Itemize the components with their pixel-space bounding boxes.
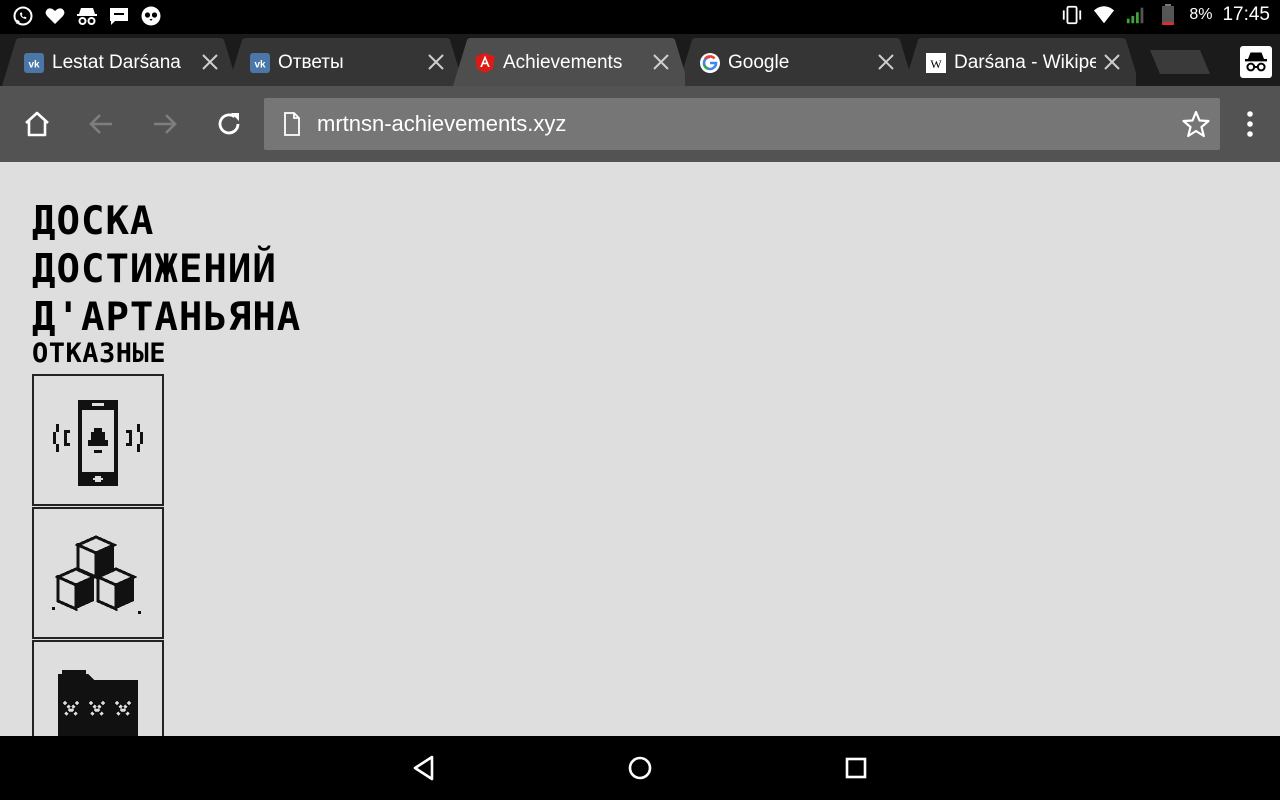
arrow-right-icon [154,114,177,134]
system-status: 8% 17:45 [1061,4,1270,26]
close-icon[interactable] [876,52,896,72]
tab-title: Achievements [503,52,623,73]
back-button[interactable] [83,106,119,142]
page-icon [284,112,300,136]
more-menu-icon[interactable] [1236,110,1264,138]
home-button[interactable] [19,106,55,142]
svg-text:vk: vk [254,60,266,71]
achievement-cubes[interactable] [32,507,164,639]
page-title: Доска достижений Д'Артаньяна [32,199,302,340]
tab-achievements[interactable]: Achievements [453,38,685,86]
clock: 17:45 [1222,4,1270,25]
wifi-icon [1093,4,1115,26]
svg-text:W: W [930,57,942,71]
nav-back-icon[interactable] [408,752,440,784]
arrow-left-icon [89,114,112,134]
tab-title: Google [728,52,790,73]
cubes-icon [52,535,141,614]
tab-darsana-wikipedia[interactable]: W Darśana - Wikipe [904,38,1136,86]
incognito-icon [1240,46,1272,78]
phone-bell-icon [53,400,143,486]
google-icon [700,53,720,73]
tab-title: Ответы [278,52,344,73]
home-icon [25,111,49,137]
angular-icon [475,53,495,73]
battery-percent: 8% [1189,6,1213,23]
bookmark-star-icon[interactable] [1182,110,1210,138]
section-title: Отказные [32,338,167,369]
tab-otvety[interactable]: vk Ответы [228,38,460,86]
close-icon[interactable] [651,52,671,72]
tab-title: Darśana - Wikipe [954,52,1096,73]
reload-icon [218,113,240,135]
new-tab-button[interactable] [1150,48,1210,76]
svg-text:vk: vk [28,60,40,71]
close-icon[interactable] [426,52,446,72]
address-bar[interactable]: mrtnsn-achievements.xyz [264,98,1220,150]
status-bar: 8% 17:45 [0,0,1280,34]
owl-icon [140,5,162,27]
incognito-icon [76,5,98,27]
signal-icon [1125,4,1147,26]
tab-title: Lestat Darśana [52,52,181,73]
wikipedia-icon: W [926,53,946,73]
vk-icon: vk [250,53,270,73]
message-icon [108,5,130,27]
forward-button[interactable] [147,106,183,142]
tab-strip: vk Lestat Darśana vk Ответы Google W Dar… [0,34,1280,86]
vk-heart-icon [44,5,66,27]
notification-icons [12,5,162,27]
page-content: Доска достижений Д'Артаньяна Отказные [0,162,1280,736]
vibrate-icon [1061,4,1083,26]
close-icon[interactable] [200,52,220,72]
vk-icon: vk [24,53,44,73]
nav-home-icon[interactable] [624,752,656,784]
nav-recents-icon[interactable] [840,752,872,784]
battery-icon [1157,4,1179,26]
achievement-phone[interactable] [32,374,164,506]
browser-toolbar: mrtnsn-achievements.xyz [0,86,1280,162]
url-text[interactable]: mrtnsn-achievements.xyz [317,110,566,138]
tab-lestat-darsana[interactable]: vk Lestat Darśana [2,38,234,86]
tab-google[interactable]: Google [678,38,910,86]
xxx-folder-icon [58,670,138,736]
reload-button[interactable] [211,106,247,142]
system-nav-bar [0,736,1280,800]
achievement-xxx-folder[interactable] [32,640,164,736]
close-icon[interactable] [1102,52,1122,72]
whatsapp-icon [12,5,34,27]
